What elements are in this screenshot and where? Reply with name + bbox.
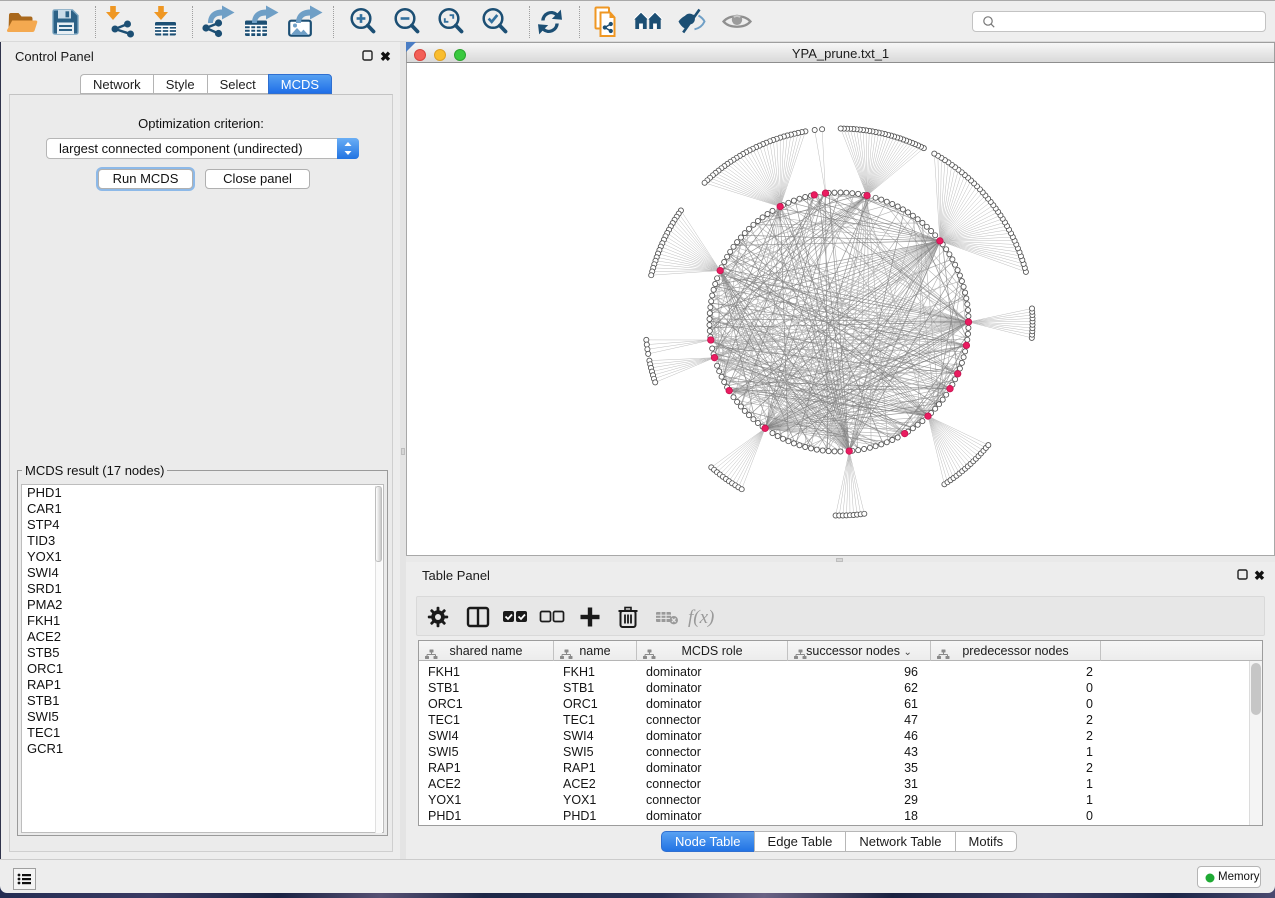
svg-text:f(x): f(x) (688, 607, 714, 628)
